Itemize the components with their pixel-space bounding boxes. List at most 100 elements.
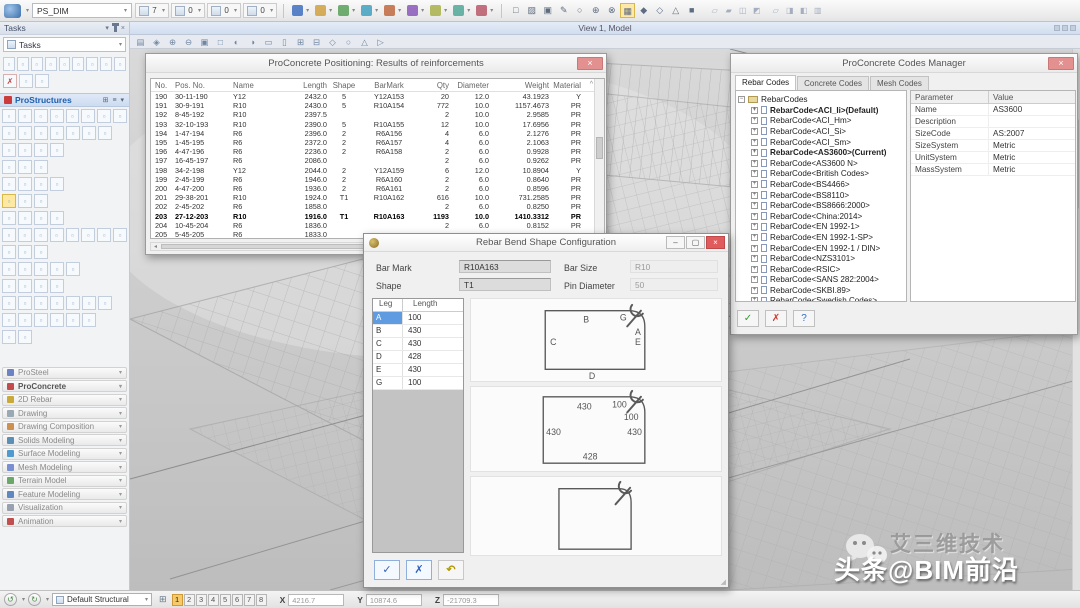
view-window-buttons[interactable] [1054,25,1076,31]
table-row[interactable]: 19130-9-191R102430.05R10A15477210.01157.… [151,101,594,110]
task-tool-icon[interactable]: ▫ [31,57,43,71]
leg-row[interactable]: G100 [373,377,463,390]
task-tool-icon[interactable]: ▫ [3,57,15,71]
view-tool-icon[interactable]: ○ [341,36,356,48]
tool-icon[interactable]: ▫ [2,211,16,225]
maximize-button[interactable]: ▢ [686,236,705,249]
tool-icon[interactable]: ▫ [34,160,48,174]
tool-icon[interactable]: ▫ [34,126,48,140]
task-tool-icon[interactable]: ▫ [114,57,126,71]
bend-dialog-titlebar[interactable]: Rebar Bend Shape Configuration – ▢ × [364,234,728,252]
view-toggle-3[interactable]: 3 [196,594,207,606]
snap-icon[interactable]: ▥ [811,4,824,17]
expand-icon[interactable]: + [751,149,758,156]
table-row[interactable]: 19030-11-190Y122432.05Y12A1532012.043.19… [151,92,594,101]
sidebar-section-animation[interactable]: Animation▾ [2,515,127,527]
tool-icon[interactable]: ▫ [18,313,32,327]
column-header-qty[interactable]: Qty [417,81,449,90]
close-button[interactable]: × [1048,57,1074,70]
view-tool-icon[interactable]: ◈ [149,36,164,48]
attribute-combo[interactable]: 0▾ [207,3,241,18]
pin-icon[interactable] [114,25,117,32]
sidebar-section-prosteel[interactable]: ProSteel▾ [2,367,127,379]
column-header-pos-no[interactable]: Pos. No. [175,81,233,90]
tool-icon[interactable]: ▫ [66,313,80,327]
y-coordinate-field[interactable]: 10874.6 [366,594,422,606]
leg-row[interactable]: A100 [373,312,463,325]
tool-icon[interactable]: ▫ [34,194,48,208]
tool-icon[interactable]: ○ [572,3,587,18]
bar-mark-field[interactable]: R10A163 [459,260,551,273]
tool-icon[interactable]: ▫ [66,109,80,123]
parameter-row[interactable]: Description [911,116,1075,128]
tool-icon[interactable]: ▫ [113,109,127,123]
tool-icon[interactable]: ▫ [50,109,64,123]
tool-icon[interactable]: ▫ [50,296,64,310]
expand-icon[interactable]: + [751,276,758,283]
view-tool-icon[interactable]: ⊟ [309,36,324,48]
tree-item[interactable]: +RebarCode<BS8666:2000> [738,200,904,211]
tool-icon[interactable]: ▫ [18,177,32,191]
tool-icon[interactable]: ▫ [50,279,64,293]
cancel-button[interactable]: ✗ [765,310,787,327]
tree-item[interactable]: +RebarCode<BS8110> [738,190,904,201]
tool-icon[interactable]: ▫ [82,296,96,310]
view-tool-icon[interactable]: ▣ [197,36,212,48]
tool-icon[interactable]: ▫ [81,109,95,123]
column-header-shape[interactable]: Shape [327,81,361,90]
tree-item[interactable]: +RebarCode<SKBI.89> [738,285,904,296]
expand-icon[interactable]: + [751,255,758,262]
tool-icon[interactable]: ▫ [34,177,48,191]
view-tool-icon[interactable]: ⊖ [181,36,196,48]
tree-item[interactable]: +RebarCode<China:2014> [738,211,904,222]
tool-icon[interactable]: ⊗ [604,3,619,18]
tool-icon[interactable]: ▫ [82,313,96,327]
expand-icon[interactable]: + [751,266,758,273]
help-button[interactable]: ? [793,310,815,327]
table-header-row[interactable]: No.Pos. No.NameLengthShapeBarMarkQtyDiam… [151,79,594,92]
parameter-row[interactable]: NameAS3600 [911,104,1075,116]
snap-icon[interactable]: ▰ [722,4,735,17]
view-toggle-5[interactable]: 5 [220,594,231,606]
table-row[interactable]: 19834-2-198Y122044.02Y12A159612.010.8904… [151,166,594,175]
snap-icon[interactable]: ◩ [750,4,763,17]
tool-icon[interactable]: ▫ [82,126,96,140]
tool-icon[interactable]: ▫ [2,160,16,174]
value-column-header[interactable]: Value [989,91,1075,103]
model-selector[interactable]: PS_DIM ▾ [32,3,132,18]
table-row[interactable]: 20327-12-203R101916.0T1R10A163119310.014… [151,211,594,220]
tool-icon[interactable]: ▫ [66,296,80,310]
view-tool-icon[interactable]: △ [357,36,372,48]
table-row[interactable]: 19716-45-197R62086.026.00.9262PR [151,156,594,165]
leg-row[interactable]: E430 [373,364,463,377]
expand-icon[interactable]: + [751,181,758,188]
tool-icon[interactable]: ▫ [50,228,64,242]
tool-dropdown-button[interactable]: ▾ [336,3,357,19]
close-button[interactable]: × [577,57,603,70]
view-toggle-6[interactable]: 6 [232,594,243,606]
tool-icon[interactable]: ▫ [34,109,48,123]
tool-icon[interactable]: ◇ [652,3,667,18]
tool-icon[interactable]: □ [508,3,523,18]
table-row[interactable]: 1928-45-192R102397.5210.02.9585PR [151,110,594,119]
view-tool-icon[interactable]: ⊞ [293,36,308,48]
tree-item[interactable]: +RebarCode<SANS 282:2004> [738,275,904,286]
forward-button[interactable]: ↻ [28,593,41,606]
tool-icon[interactable]: ▫ [81,228,95,242]
sidebar-section-solids-modeling[interactable]: Solids Modeling▾ [2,434,127,446]
snap-icon[interactable]: ◧ [797,4,810,17]
task-tool-icon[interactable]: ▫ [59,57,71,71]
tool-icon[interactable]: ▫ [113,228,127,242]
table-row[interactable]: 20410-45-204R61836.026.00.8152PR [151,221,594,230]
table-row[interactable]: 1951-45-195R62372.02R6A15746.02.1063PR [151,138,594,147]
expand-icon[interactable]: + [751,202,758,209]
expand-icon[interactable]: + [751,223,758,230]
table-row[interactable]: 20129-38-201R101924.0T1R10A16261610.0731… [151,193,594,202]
cancel-button[interactable]: ✗ [406,560,432,580]
tree-item[interactable]: +RebarCode<EN 1992-1> [738,222,904,233]
tool-icon[interactable]: ▫ [34,245,48,259]
parameter-row[interactable]: SizeCodeAS:2007 [911,128,1075,140]
tool-icon[interactable]: ▫ [50,177,64,191]
task-tool-icon[interactable]: ▫ [100,57,112,71]
view-tool-icon[interactable]: ◑ [245,36,260,48]
